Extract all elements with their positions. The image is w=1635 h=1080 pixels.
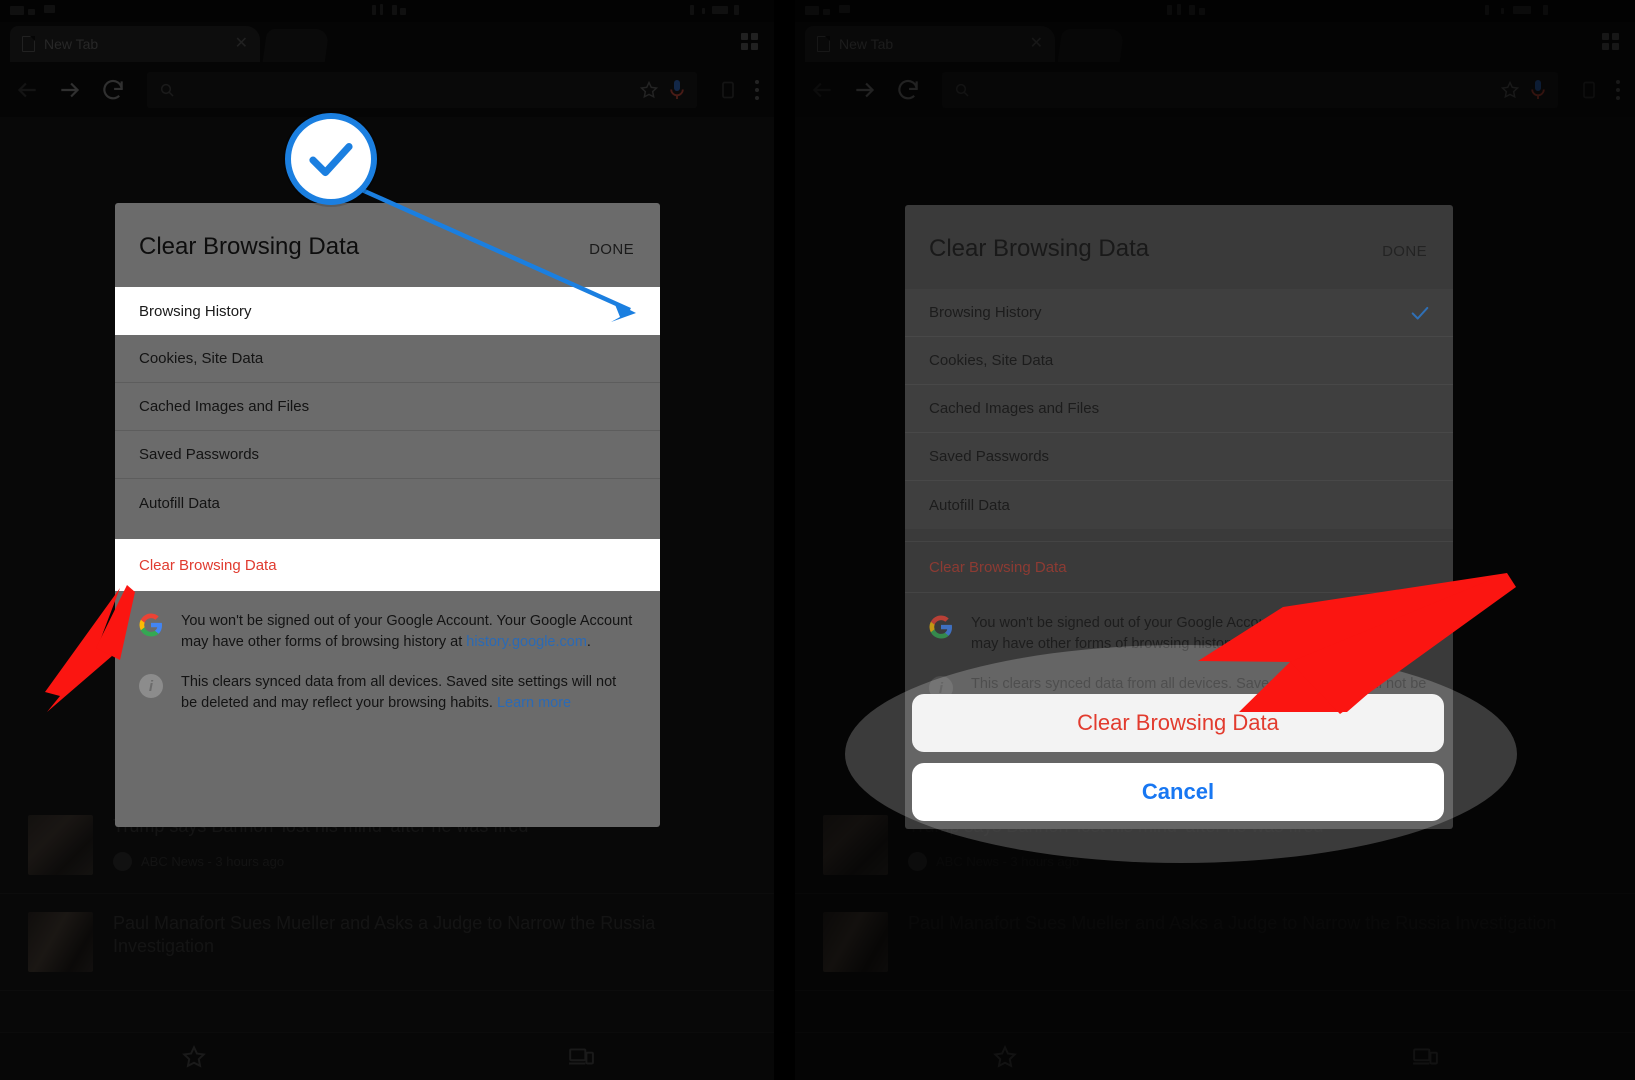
checkmark-icon	[1409, 302, 1431, 324]
option-browsing-history[interactable]: Browsing History	[115, 287, 660, 335]
option-label: Autofill Data	[929, 496, 1010, 514]
option-label: Cookies, Site Data	[929, 352, 1054, 369]
clear-browsing-data-button[interactable]: Clear Browsing Data	[115, 539, 660, 591]
done-button[interactable]: DONE	[1382, 243, 1427, 260]
option-label: Autofill Data	[139, 494, 220, 512]
option-autofill-data[interactable]: Autofill Data	[905, 481, 1453, 529]
dialog-title: Clear Browsing Data	[139, 233, 360, 260]
option-label: Cookies, Site Data	[139, 350, 264, 367]
dialog-header: Clear Browsing Data DONE	[905, 205, 1453, 289]
option-label: Browsing History	[929, 304, 1042, 321]
history-google-link[interactable]: history.google.com	[466, 634, 587, 650]
phone-screenshot-left: New Tab ✕	[0, 0, 774, 1080]
option-saved-passwords[interactable]: Saved Passwords	[905, 433, 1453, 481]
option-browsing-history[interactable]: Browsing History	[905, 289, 1453, 337]
clear-browsing-data-button[interactable]: Clear Browsing Data	[905, 541, 1453, 593]
screenshot-stage: New Tab ✕	[0, 0, 1635, 1080]
data-type-list: Browsing History Cookies, Site Data Cach…	[115, 287, 660, 527]
clear-browsing-data-dialog: Clear Browsing Data DONE Browsing Histor…	[115, 203, 660, 827]
sheet-clear-browsing-data-button[interactable]: Clear Browsing Data	[912, 694, 1444, 752]
option-label: Cached Images and Files	[929, 400, 1100, 417]
dialog-title: Clear Browsing Data	[929, 235, 1150, 262]
option-cookies-site-data[interactable]: Cookies, Site Data	[115, 335, 660, 383]
sync-info-note: i This clears synced data from all devic…	[115, 652, 660, 713]
clear-browsing-data-label: Clear Browsing Data	[139, 556, 277, 574]
checkmark-badge	[285, 113, 377, 205]
clear-browsing-data-label: Clear Browsing Data	[929, 558, 1067, 576]
note-text-after: .	[586, 633, 591, 650]
option-cached-images-and-files[interactable]: Cached Images and Files	[905, 385, 1453, 433]
sync-info-note-text: This clears synced data from all devices…	[181, 672, 634, 713]
option-cookies-site-data[interactable]: Cookies, Site Data	[905, 337, 1453, 385]
google-g-icon	[929, 615, 953, 639]
note-text-after: .	[1376, 635, 1381, 652]
data-type-list: Browsing History Cookies, Site Data Cach…	[905, 289, 1453, 529]
option-autofill-data[interactable]: Autofill Data	[115, 479, 660, 527]
option-label: Browsing History	[139, 302, 252, 320]
sheet-cancel-button[interactable]: Cancel	[912, 763, 1444, 821]
option-saved-passwords[interactable]: Saved Passwords	[115, 431, 660, 479]
sheet-cancel-label: Cancel	[1141, 779, 1215, 804]
info-icon: i	[139, 674, 163, 699]
checkmark-icon	[309, 143, 353, 177]
dialog-header: Clear Browsing Data DONE	[115, 203, 660, 287]
option-cached-images-and-files[interactable]: Cached Images and Files	[115, 383, 660, 431]
google-account-note: You won't be signed out of your Google A…	[115, 591, 660, 652]
google-g-icon	[139, 613, 163, 637]
option-label: Saved Passwords	[929, 448, 1050, 465]
panel-divider	[774, 0, 795, 1080]
google-account-note-text: You won't be signed out of your Google A…	[181, 611, 634, 652]
learn-more-link[interactable]: Learn more	[497, 695, 571, 711]
sheet-destructive-label: Clear Browsing Data	[1077, 710, 1279, 735]
confirmation-action-sheet: Clear Browsing Data Cancel	[912, 694, 1444, 832]
option-label: Saved Passwords	[139, 446, 260, 463]
done-button[interactable]: DONE	[589, 241, 634, 258]
option-label: Cached Images and Files	[139, 398, 310, 415]
